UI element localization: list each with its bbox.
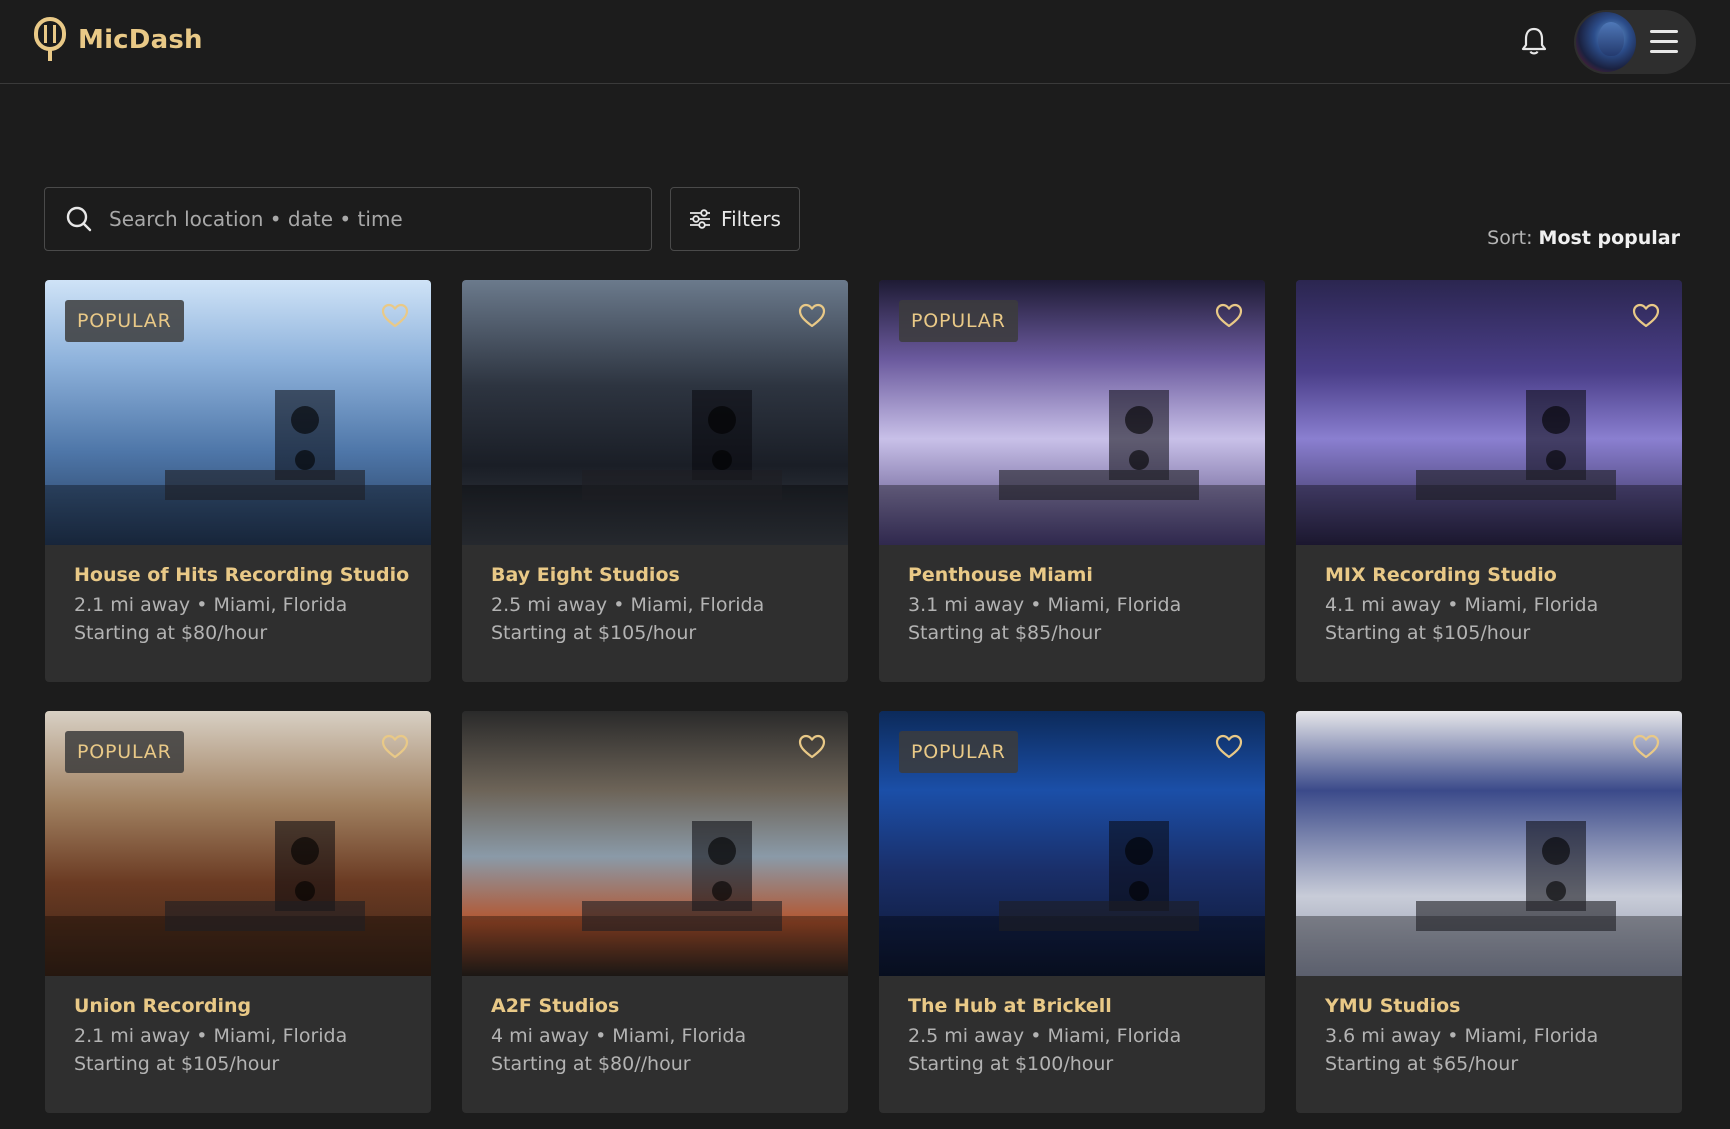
- filters-label: Filters: [721, 207, 781, 231]
- studio-name[interactable]: Bay Eight Studios: [491, 564, 764, 586]
- avatar: [1576, 12, 1636, 72]
- studio-price: Starting at $65/hour: [1325, 1053, 1519, 1075]
- studio-photo[interactable]: [1296, 280, 1682, 545]
- search-input[interactable]: [109, 199, 651, 239]
- studio-price: Starting at $85/hour: [908, 622, 1102, 644]
- studio-photo[interactable]: POPULAR: [879, 711, 1265, 976]
- studio-card[interactable]: POPULAR House of Hits Recording Studio 2…: [45, 280, 431, 682]
- studio-name[interactable]: Penthouse Miami: [908, 564, 1181, 586]
- studio-name[interactable]: House of Hits Recording Studio: [74, 564, 409, 586]
- studio-card[interactable]: Bay Eight Studios 2.5 mi away • Miami, F…: [462, 280, 848, 682]
- studio-name[interactable]: The Hub at Brickell: [908, 995, 1181, 1017]
- heart-icon[interactable]: [1215, 733, 1243, 761]
- studio-price: Starting at $80//hour: [491, 1053, 691, 1075]
- sort-label: Sort:: [1487, 227, 1533, 249]
- studio-photo[interactable]: [462, 280, 848, 545]
- studio-distance: 2.5 mi away • Miami, Florida: [908, 1025, 1182, 1047]
- heart-icon[interactable]: [1215, 302, 1243, 330]
- popular-badge: POPULAR: [65, 731, 184, 773]
- logo-icon: [34, 17, 66, 61]
- studio-name[interactable]: Union Recording: [74, 995, 347, 1017]
- studio-distance: 3.6 mi away • Miami, Florida: [1325, 1025, 1599, 1047]
- studio-name[interactable]: YMU Studios: [1325, 995, 1598, 1017]
- search-icon: [66, 206, 92, 232]
- studio-name[interactable]: A2F Studios: [491, 995, 746, 1017]
- top-nav: MicDash: [0, 0, 1730, 84]
- user-menu-button[interactable]: [1574, 10, 1696, 74]
- studio-distance: 4 mi away • Miami, Florida: [491, 1025, 747, 1047]
- filters-button[interactable]: Filters: [670, 187, 800, 251]
- sort-value: Most popular: [1538, 227, 1680, 249]
- studio-card[interactable]: POPULAR Union Recording 2.1 mi away • Mi…: [45, 711, 431, 1113]
- studio-distance: 4.1 mi away • Miami, Florida: [1325, 594, 1599, 616]
- studio-card[interactable]: POPULAR Penthouse Miami 3.1 mi away • Mi…: [879, 280, 1265, 682]
- heart-icon[interactable]: [798, 302, 826, 330]
- search-bar: [44, 187, 652, 251]
- hamburger-icon: [1650, 30, 1678, 54]
- heart-icon[interactable]: [798, 733, 826, 761]
- studio-distance: 2.1 mi away • Miami, Florida: [74, 1025, 348, 1047]
- heart-icon[interactable]: [381, 733, 409, 761]
- studio-photo[interactable]: [1296, 711, 1682, 976]
- studio-price: Starting at $105/hour: [491, 622, 697, 644]
- studio-photo[interactable]: [462, 711, 848, 976]
- bell-icon[interactable]: [1520, 26, 1548, 56]
- logo[interactable]: MicDash: [34, 17, 203, 63]
- studio-card[interactable]: A2F Studios 4 mi away • Miami, Florida S…: [462, 711, 848, 1113]
- studio-photo[interactable]: POPULAR: [45, 280, 431, 545]
- studio-card[interactable]: YMU Studios 3.6 mi away • Miami, Florida…: [1296, 711, 1682, 1113]
- studio-price: Starting at $100/hour: [908, 1053, 1114, 1075]
- studio-price: Starting at $80/hour: [74, 622, 268, 644]
- app-name: MicDash: [78, 25, 203, 55]
- studio-distance: 2.5 mi away • Miami, Florida: [491, 594, 765, 616]
- studio-card[interactable]: MIX Recording Studio 4.1 mi away • Miami…: [1296, 280, 1682, 682]
- heart-icon[interactable]: [1632, 733, 1660, 761]
- studio-photo[interactable]: POPULAR: [45, 711, 431, 976]
- popular-badge: POPULAR: [899, 731, 1018, 773]
- studio-distance: 3.1 mi away • Miami, Florida: [908, 594, 1182, 616]
- sliders-icon: [690, 209, 711, 229]
- heart-icon[interactable]: [1632, 302, 1660, 330]
- popular-badge: POPULAR: [65, 300, 184, 342]
- studio-photo[interactable]: POPULAR: [879, 280, 1265, 545]
- studio-card[interactable]: POPULAR The Hub at Brickell 2.5 mi away …: [879, 711, 1265, 1113]
- popular-badge: POPULAR: [899, 300, 1018, 342]
- studio-price: Starting at $105/hour: [1325, 622, 1531, 644]
- heart-icon[interactable]: [381, 302, 409, 330]
- studio-name[interactable]: MIX Recording Studio: [1325, 564, 1598, 586]
- sort-control[interactable]: Sort: Most popular: [1487, 227, 1680, 249]
- studio-price: Starting at $105/hour: [74, 1053, 280, 1075]
- studio-distance: 2.1 mi away • Miami, Florida: [74, 594, 348, 616]
